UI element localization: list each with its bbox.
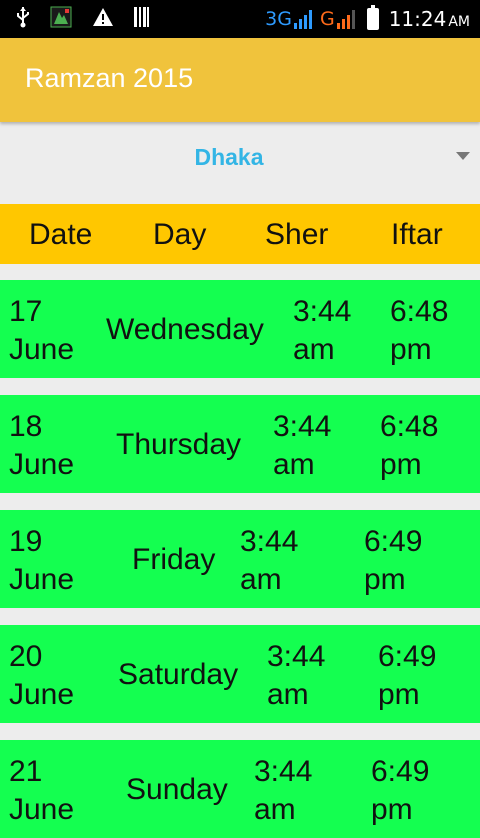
row-date: 21 June [9, 755, 75, 826]
table-row[interactable]: 18 June Thursday 3:44 am 6:48 pm [0, 395, 480, 493]
header-iftar: Iftar [391, 218, 443, 251]
row-sher: 3:44 am [240, 525, 299, 596]
row-date: 17 June [9, 295, 75, 366]
app-bar: Ramzan 2015 [0, 38, 480, 122]
row-day: Wednesday [106, 313, 264, 346]
usb-icon [16, 6, 30, 32]
table-row[interactable]: 21 June Sunday 3:44 am 6:49 pm [0, 740, 480, 838]
row-day: Thursday [116, 428, 242, 461]
city-selected-value: Dhaka [194, 144, 264, 170]
network-3g-label: 3G [265, 8, 292, 30]
clock-time: 11:24 [388, 7, 447, 31]
row-day: Sunday [126, 773, 228, 806]
table-row[interactable]: 17 June Wednesday 3:44 am 6:48 pm [0, 280, 480, 378]
header-sher: Sher [265, 218, 329, 251]
app-title: Ramzan 2015 [25, 63, 194, 93]
dropdown-caret-icon [456, 152, 470, 160]
row-iftar: 6:48 pm [390, 295, 449, 366]
table-header: Date Day Sher Iftar [0, 204, 480, 264]
warning-icon [92, 7, 114, 31]
status-clock: 11:24 AM [389, 7, 470, 31]
header-date: Date [29, 218, 93, 251]
row-sher: 3:44 am [273, 410, 332, 481]
row-sher: 3:44 am [293, 295, 352, 366]
status-bar: 3G G 11:24 AM [0, 0, 480, 38]
city-selector[interactable]: Dhaka [0, 124, 480, 194]
signal-strength-icon [293, 9, 312, 29]
row-sher: 3:44 am [267, 640, 326, 711]
battery-icon [366, 5, 379, 30]
row-iftar: 6:48 pm [380, 410, 439, 481]
row-date: 20 June [9, 640, 75, 711]
app-notification-icon [50, 6, 72, 32]
table-row[interactable]: 20 June Saturday 3:44 am 6:49 pm [0, 625, 480, 723]
row-day: Saturday [118, 658, 239, 691]
row-day: Friday [132, 543, 216, 576]
clock-ampm: AM [448, 14, 470, 30]
row-date: 19 June [9, 525, 75, 596]
barcode-icon [134, 7, 150, 31]
network-g-label: G [319, 8, 335, 30]
row-iftar: 6:49 pm [371, 755, 430, 826]
row-iftar: 6:49 pm [364, 525, 423, 596]
row-iftar: 6:49 pm [378, 640, 437, 711]
header-day: Day [153, 218, 207, 251]
row-sher: 3:44 am [254, 755, 313, 826]
signal-strength-icon-2 [336, 9, 355, 29]
table-row[interactable]: 19 June Friday 3:44 am 6:49 pm [0, 510, 480, 608]
row-date: 18 June [9, 410, 75, 481]
